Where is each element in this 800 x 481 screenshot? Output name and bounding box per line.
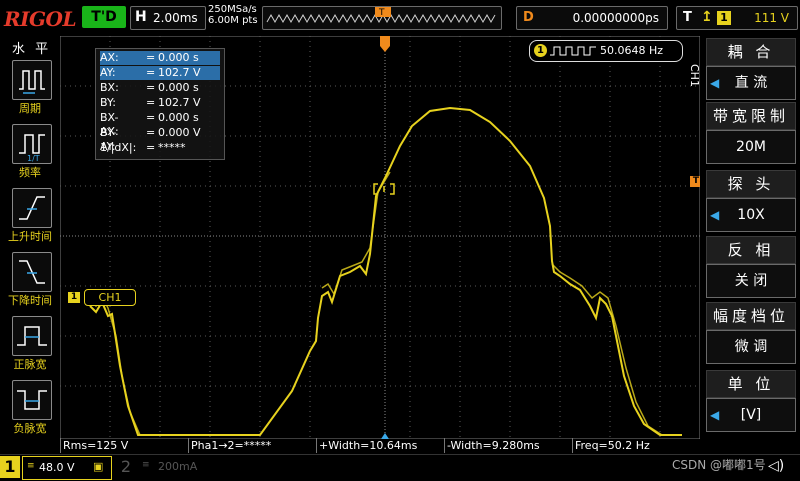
trigger-status-badge[interactable]: T'D	[82, 6, 126, 28]
memory-depth: 6.00M pts	[208, 15, 258, 26]
dc-coupling-icon: ≡	[27, 461, 35, 471]
invert-button[interactable]: 关 闭	[706, 264, 796, 298]
measure-neg-width[interactable]: -Width=9.280ms	[444, 438, 571, 453]
frequency-counter[interactable]: 1 50.0648 Hz	[529, 40, 683, 62]
brand-logo: RIGOL	[4, 7, 77, 31]
frequency-button[interactable]: 1/T	[12, 124, 52, 164]
speaker-icon[interactable]: ◁)	[768, 458, 784, 474]
timebase-box[interactable]: H 2.00ms	[130, 6, 206, 30]
ch1-scale-box[interactable]: ≡ 48.0 V ▣	[22, 456, 112, 480]
frequency-icon: 1/T	[19, 134, 45, 163]
measure-rms[interactable]: Rms=125 V	[60, 438, 187, 453]
negative-width-button[interactable]	[12, 380, 52, 420]
bandwidth-limit-button[interactable]: 20M	[706, 130, 796, 164]
square-wave-icon	[550, 46, 596, 56]
right-panel-channel: CH1	[688, 64, 701, 87]
ch2-scale-box[interactable]: ≡ 200mA	[140, 456, 240, 478]
positive-width-label: 正脉宽	[13, 358, 47, 371]
horizontal-menu-title: 水 平	[12, 42, 52, 57]
period-button[interactable]	[12, 60, 52, 100]
ch1-button[interactable]: 1	[0, 456, 20, 478]
watermark: CSDN @嘟嘟1号	[672, 458, 766, 472]
trigger-key: T	[683, 10, 692, 25]
period-label: 周期	[19, 102, 41, 115]
delay-value: 0.00000000ps	[572, 11, 659, 25]
fall-time-icon	[19, 260, 45, 284]
measure-phase[interactable]: Pha⁦1→2=*****	[188, 438, 315, 453]
sample-rate: 250MSa/s	[208, 4, 257, 15]
measurement-bar: Rms=125 V Pha⁦1→2=***** +Width=10.64ms -…	[60, 438, 700, 453]
rise-time-button[interactable]	[12, 188, 52, 228]
cursor-measurement-panel: AX: = 0.000 s AY: = 102.7 V BX: = 0.000 s BY: =…	[95, 48, 225, 160]
volts-div-button[interactable]: 微 调	[706, 330, 796, 364]
positive-width-icon	[17, 326, 47, 346]
menu-arrow-icon: ◀	[710, 76, 720, 90]
probe-title: 探 头	[706, 170, 796, 198]
trigger-source: 1	[717, 11, 731, 25]
ch2-coupling-icon: ≡	[142, 460, 150, 470]
measure-freq[interactable]: Freq=50.2 Hz	[572, 438, 699, 453]
counter-value: 50.0648 Hz	[600, 44, 664, 57]
bandwidth-limit-icon: ▣	[93, 460, 104, 473]
rise-time-label: 上升时间	[8, 230, 52, 243]
negative-width-label: 负脉宽	[13, 422, 47, 435]
memory-waveform-icon: T	[266, 7, 496, 24]
frequency-label: 频率	[19, 166, 41, 179]
period-icon	[19, 70, 45, 94]
timebase-key: H	[135, 9, 147, 25]
unit-button[interactable]: ◀ [V]	[706, 398, 796, 432]
delay-key: D	[523, 10, 534, 25]
sampling-info: 250MSa/s 6.00M pts	[208, 4, 258, 26]
delay-box[interactable]: D 0.00000000ps	[516, 6, 668, 30]
menu-arrow-icon: ◀	[710, 208, 720, 222]
svg-text:T: T	[378, 8, 385, 18]
unit-title: 单 位	[706, 370, 796, 398]
ch2-button[interactable]: 2	[116, 456, 136, 478]
volts-div-title: 幅度档位	[706, 302, 796, 330]
rising-edge-icon: ↥	[701, 9, 713, 25]
measure-row-ax: AX: = 0.000 s	[100, 51, 220, 65]
ch1-scale: 48.0 V	[39, 461, 75, 474]
coupling-button[interactable]: ◀ 直 流	[706, 66, 796, 100]
menu-arrow-icon: ◀	[710, 408, 720, 422]
fall-time-button[interactable]	[12, 252, 52, 292]
svg-text:1/T: 1/T	[27, 154, 40, 163]
measure-pos-width[interactable]: +Width=10.64ms	[316, 438, 443, 453]
trigger-level: 111 V	[754, 11, 789, 25]
memory-overview-strip[interactable]: T	[262, 6, 502, 30]
bandwidth-limit-title: 带宽限制	[706, 102, 796, 130]
trigger-box[interactable]: T ↥ 1 111 V	[676, 6, 798, 30]
ch1-label-tag: CH1	[84, 289, 136, 306]
coupling-title: 耦 合	[706, 38, 796, 66]
counter-channel: 1	[534, 44, 547, 57]
ch2-scale: 200mA	[158, 460, 198, 473]
ch1-offset-marker[interactable]: 1	[68, 292, 80, 303]
invert-title: 反 相	[706, 236, 796, 264]
fall-time-label: 下降时间	[8, 294, 52, 307]
positive-width-button[interactable]	[12, 316, 52, 356]
rise-time-icon	[19, 196, 45, 220]
probe-button[interactable]: ◀ 10X	[706, 198, 796, 232]
negative-width-icon	[17, 390, 47, 410]
timebase-value: 2.00ms	[153, 11, 198, 25]
measure-row-ay: AY: = 102.7 V	[100, 66, 220, 80]
